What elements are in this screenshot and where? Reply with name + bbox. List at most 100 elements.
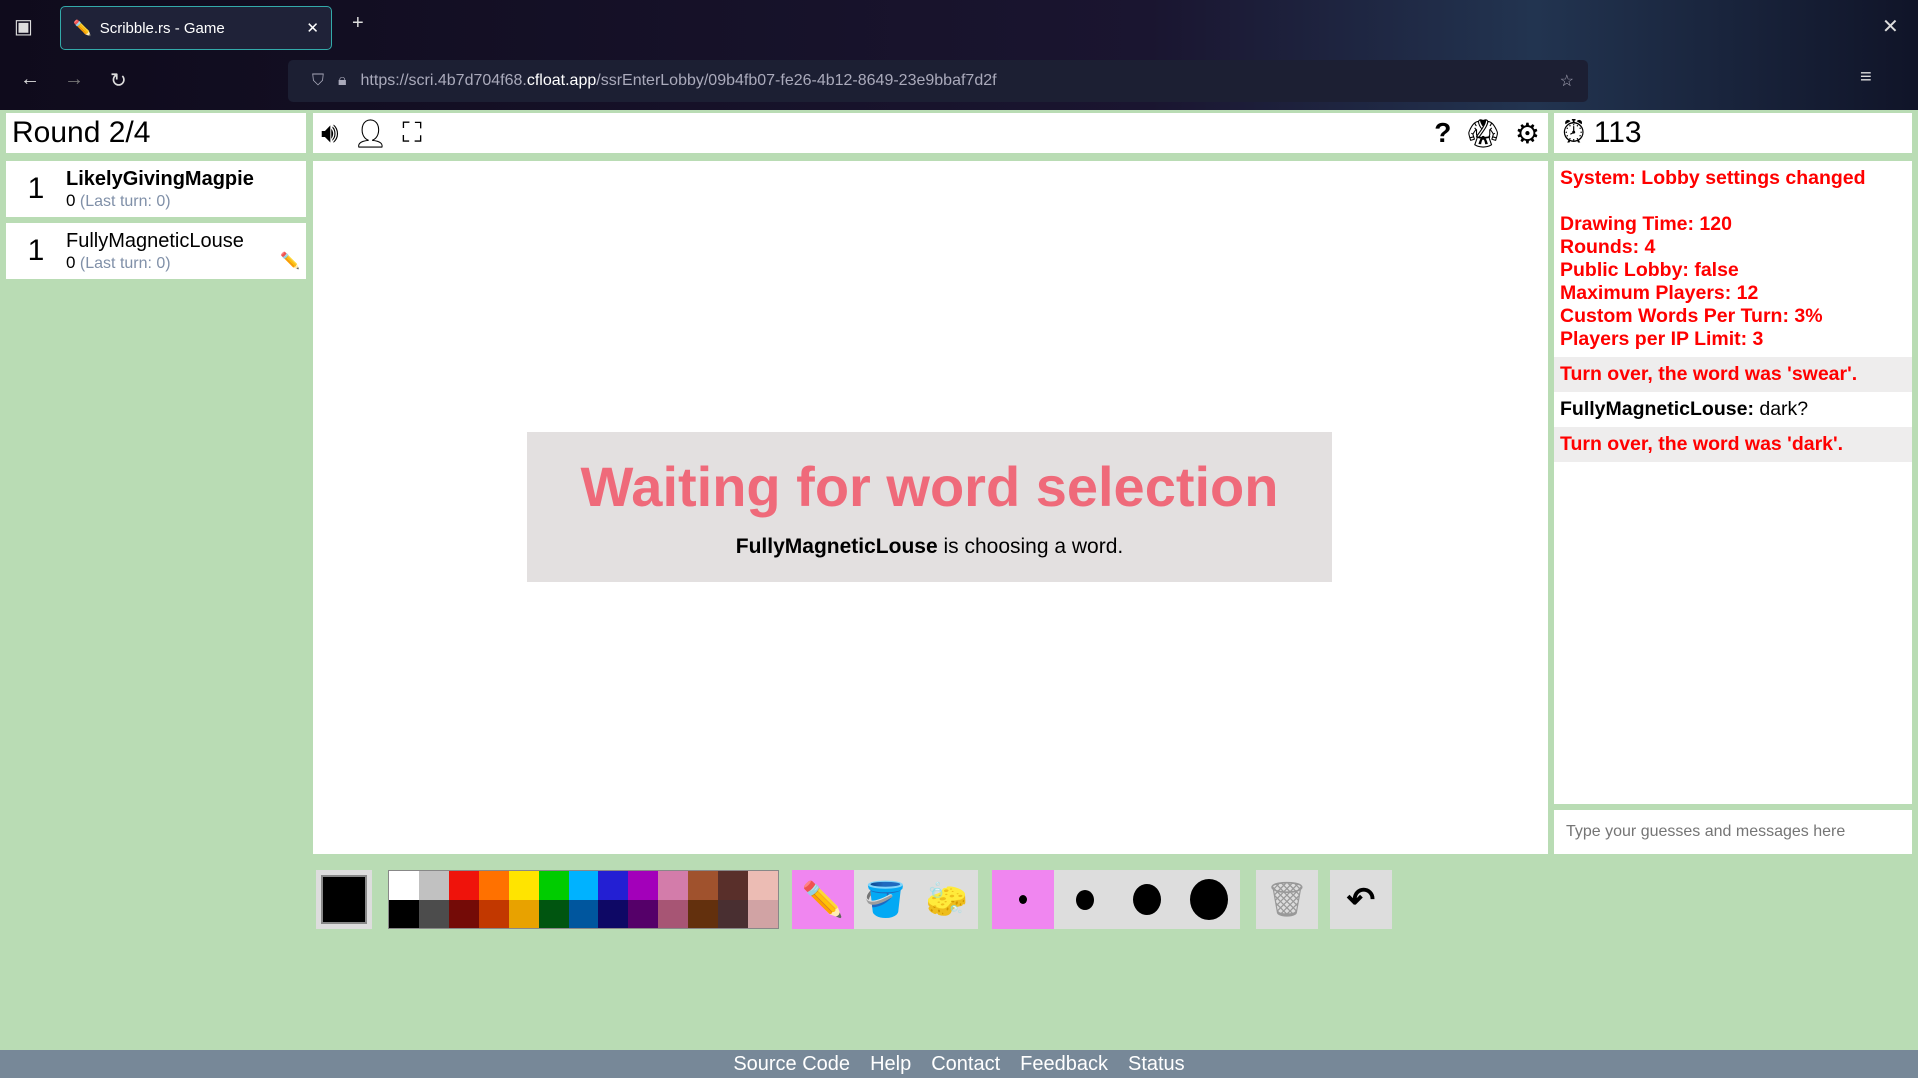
color-swatch[interactable] (478, 871, 509, 900)
system-text: System: Lobby settings changed (1560, 167, 1866, 189)
setting-line: Custom Words Per Turn: 3% (1560, 305, 1823, 327)
chat-text: dark? (1753, 398, 1809, 420)
footer-link-feedback[interactable]: Feedback (1020, 1050, 1108, 1078)
brush-size-group (992, 870, 1240, 929)
user-icon[interactable]: 👤︎ (353, 117, 389, 150)
chat-input[interactable] (1554, 810, 1912, 854)
overlay-text: is choosing a word. (937, 535, 1124, 558)
pencil-tool-icon[interactable]: ✏️ (792, 870, 854, 929)
help-icon[interactable]: ? (1434, 117, 1451, 149)
close-window-icon[interactable]: ✕ (1882, 14, 1899, 39)
address-bar[interactable]: ⛉ 🔒︎ https://scri.4b7d704f68.cfloat.app/ss… (288, 60, 1588, 102)
color-swatch[interactable] (628, 899, 659, 928)
lock-icon: 🔒︎ (338, 72, 347, 89)
game-toolbar: 🔊︎ 👤︎ ⛶ ? 🥋︎ ⚙ (313, 113, 1548, 153)
url: https://scri.4b7d704f68.cfloat.app/ssrEn… (360, 72, 997, 89)
shield-icon: ⛉ (312, 72, 325, 89)
undo-icon[interactable]: ↶ (1330, 870, 1392, 929)
color-swatch[interactable] (628, 871, 659, 900)
player-last-turn: (Last turn: 0) (79, 192, 171, 210)
pencil-icon: ✏️ (73, 20, 92, 37)
footer: Source Code Help Contact Feedback Status (0, 1050, 1918, 1078)
timer: ⏰︎ 113 (1554, 113, 1912, 153)
chat-message-system: System: Lobby settings changed Drawing T… (1554, 161, 1912, 357)
color-swatch[interactable] (508, 899, 539, 928)
fill-bucket-icon[interactable]: 🪣 (854, 870, 916, 929)
footer-link-status[interactable]: Status (1128, 1050, 1185, 1078)
tool-group: ✏️ 🪣 🧽 (792, 870, 978, 929)
overlay-chooser: FullyMagneticLouse (735, 535, 938, 558)
size-large-button[interactable] (1116, 870, 1178, 929)
color-swatch[interactable] (718, 871, 749, 900)
setting-line: Public Lobby: false (1560, 259, 1739, 281)
forward-icon[interactable]: → (64, 68, 84, 91)
player-score: 0 (66, 190, 76, 210)
size-small-button[interactable] (992, 870, 1054, 929)
color-swatch[interactable] (718, 899, 749, 928)
setting-line: Drawing Time: 120 (1560, 213, 1732, 235)
setting-line: Maximum Players: 12 (1560, 282, 1759, 304)
player-rank: 1 (27, 172, 45, 205)
browser-tab[interactable]: ✏️ Scribble.rs - Game ✕ (60, 6, 332, 50)
color-swatch[interactable] (478, 899, 509, 928)
eraser-icon[interactable]: 🧽 (916, 870, 978, 929)
chat-log: System: Lobby settings changed Drawing T… (1554, 161, 1912, 804)
back-icon[interactable]: ← (20, 68, 40, 91)
color-swatch[interactable] (448, 871, 479, 900)
footer-link-source-code[interactable]: Source Code (733, 1050, 850, 1078)
word-selection-overlay: Waiting for word selection FullyMagnetic… (527, 432, 1332, 582)
setting-line: Rounds: 4 (1560, 236, 1656, 258)
player-score: 0 (66, 252, 76, 272)
size-xlarge-button[interactable] (1178, 870, 1240, 929)
color-swatch[interactable] (568, 871, 599, 900)
tab-list-icon[interactable]: ▣ (14, 14, 33, 39)
player-name: LikelyGivingMagpie (66, 167, 254, 190)
new-tab-icon[interactable]: + (352, 12, 364, 35)
color-swatch[interactable] (568, 899, 599, 928)
chat-user: FullyMagneticLouse: (1560, 398, 1754, 420)
bookmark-star-icon[interactable]: ☆ (1560, 71, 1574, 91)
settings-gear-icon[interactable]: ⚙ (1515, 117, 1540, 150)
color-swatch[interactable] (598, 899, 629, 928)
size-medium-button[interactable] (1054, 870, 1116, 929)
color-swatch[interactable] (688, 899, 719, 928)
footer-link-help[interactable]: Help (870, 1050, 911, 1078)
color-swatch[interactable] (688, 871, 719, 900)
color-swatch[interactable] (658, 899, 689, 928)
player-name: FullyMagneticLouse (66, 229, 244, 252)
menu-icon[interactable]: ≡ (1860, 66, 1872, 89)
player-item: 1 LikelyGivingMagpie 0 (Last turn: 0) (6, 161, 306, 217)
tab-title: Scribble.rs - Game (99, 19, 225, 37)
color-swatch[interactable] (538, 871, 569, 900)
color-swatch[interactable] (448, 899, 479, 928)
footer-link-contact[interactable]: Contact (931, 1050, 1000, 1078)
chat-message-turn-over: Turn over, the word was 'swear'. (1554, 357, 1912, 392)
color-swatch[interactable] (658, 871, 689, 900)
player-item: 1 FullyMagneticLouse 0 (Last turn: 0) ✏️ (6, 223, 306, 279)
player-last-turn: (Last turn: 0) (79, 254, 171, 272)
current-color (316, 870, 372, 929)
color-swatch[interactable] (598, 871, 629, 900)
color-swatch[interactable] (418, 899, 449, 928)
color-swatch[interactable] (389, 899, 419, 928)
drawing-pencil-icon: ✏️ (280, 253, 300, 270)
color-swatch[interactable] (508, 871, 539, 900)
color-palette[interactable] (388, 870, 779, 929)
reload-icon[interactable]: ↻ (110, 68, 127, 93)
color-swatch[interactable] (418, 871, 449, 900)
color-swatch[interactable] (748, 899, 778, 928)
sound-icon[interactable]: 🔊︎ (321, 117, 339, 150)
color-swatch[interactable] (748, 871, 778, 900)
fullscreen-icon[interactable]: ⛶ (402, 117, 422, 150)
timer-value: 113 (1593, 116, 1642, 149)
alarm-clock-icon: ⏰︎ (1562, 116, 1586, 149)
trash-icon[interactable]: 🗑︎ (1256, 870, 1318, 929)
round-indicator: Round 2/4 (6, 113, 306, 153)
setting-line: Players per IP Limit: 3 (1560, 328, 1764, 350)
chat-message: FullyMagneticLouse: dark? (1554, 392, 1912, 427)
player-rank: 1 (27, 234, 45, 267)
color-swatch[interactable] (389, 871, 419, 900)
color-swatch[interactable] (538, 899, 569, 928)
close-tab-icon[interactable]: ✕ (306, 19, 319, 37)
kick-icon[interactable]: 🥋︎ (1465, 117, 1501, 150)
